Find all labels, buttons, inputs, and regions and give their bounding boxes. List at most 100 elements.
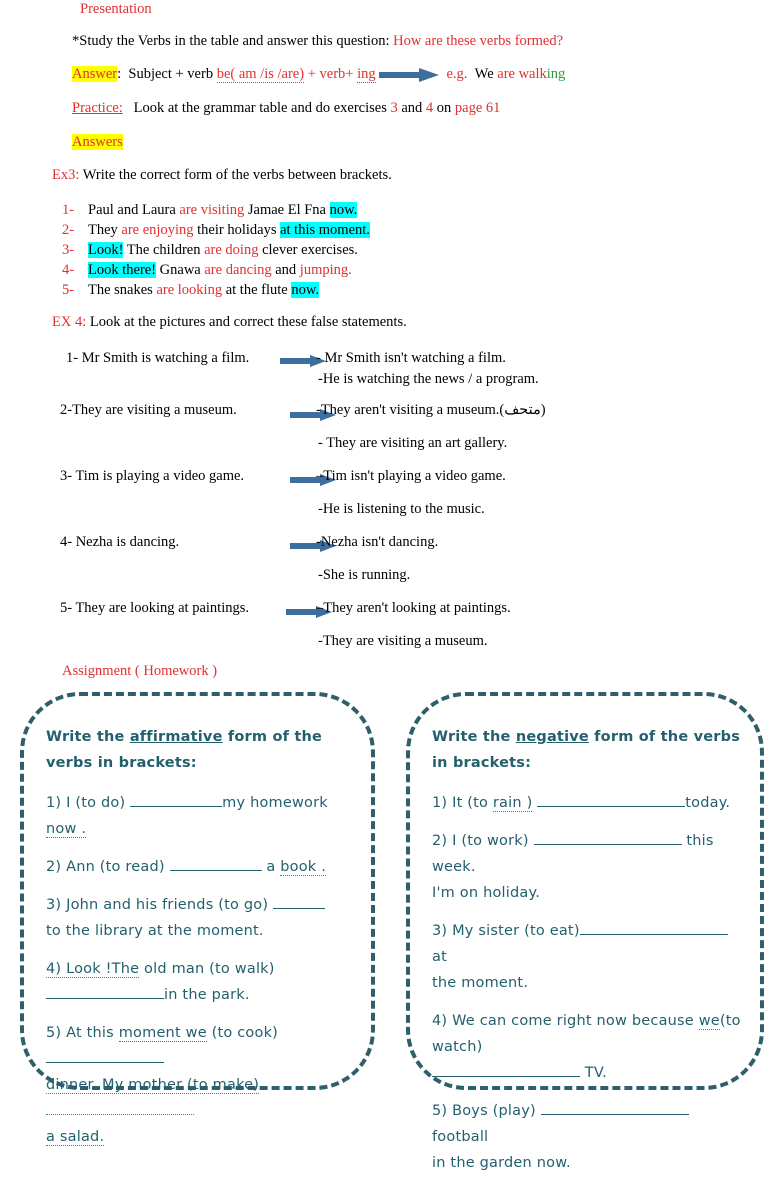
ex3-item: 4- Look there! Gnawa are dancing and jump…	[62, 260, 370, 280]
hw-right-item-3-a: 3) My sister (to eat)	[432, 923, 580, 939]
answer-formula-be: be( am /is /are)	[216, 66, 305, 83]
practice-text-1: Look at the grammar table and do exercis…	[133, 100, 391, 116]
hw-right-item-2-a: 2) I (to work)	[432, 833, 534, 849]
answer-blank[interactable]	[46, 1048, 164, 1063]
ex3-item-text: jumping.	[299, 262, 352, 278]
ex3-item-text: now.	[329, 202, 358, 218]
hw-right-item-4-sq: we	[698, 1013, 720, 1030]
study-question: How are these verbs formed?	[393, 33, 564, 49]
eg-label: e.g.	[446, 66, 468, 82]
ex4-correction-line-2: -He is watching the news / a program.	[318, 371, 539, 387]
hw-left-item-5-a: 5) At this	[46, 1025, 119, 1041]
hw-left-item-3: 3) John and his friends (to go) to the l…	[46, 892, 355, 944]
ex3-item-text: at this moment.	[280, 222, 370, 238]
homework-right-content: Write the negative form of the verbs in …	[432, 724, 744, 1188]
ex3-item-text: The children	[123, 242, 205, 258]
ex3-answer-list: 1- Paul and Laura are visiting Jamae El F…	[62, 200, 370, 300]
ex3-item: 1- Paul and Laura are visiting Jamae El F…	[62, 200, 370, 220]
hw-left-item-1: 1) I (to do) my homework now .	[46, 790, 355, 842]
hw-left-item-4-c: in the park.	[164, 987, 250, 1003]
ex4-correction-line-2: -He is listening to the music.	[318, 501, 485, 517]
ex3-instruction: Write the correct form of the verbs betw…	[82, 167, 392, 183]
hw-right-item-4-c: TV.	[580, 1065, 607, 1081]
hw-right-item-5-c: in the garden now.	[432, 1155, 571, 1171]
hw-right-item-1-sq: rain )	[492, 795, 533, 812]
hw-left-item-4-b: old man (to walk)	[139, 961, 275, 977]
eg-are-walk: are walk	[497, 66, 547, 82]
ex3-item: 5- The snakes are looking at the flute no…	[62, 280, 370, 300]
ex4-correction-line-2: -They are visiting a museum.	[318, 633, 488, 649]
ex4-correction-line-1: –Tim isn't playing a video game.	[316, 468, 506, 484]
hw-right-item-4-a: 4) We can come right now because	[432, 1013, 699, 1029]
hw-left-item-3-a: 3) John and his friends (to go)	[46, 897, 274, 913]
practice-text-2: on	[433, 100, 455, 116]
assignment-heading: Assignment ( Homework )	[62, 663, 218, 679]
ex4-statement-false: 5- They are looking at paintings.	[60, 600, 249, 616]
answer-blank[interactable]	[540, 1100, 689, 1115]
ex3-item-number: 3-	[62, 242, 75, 258]
ex3-item-number: 5-	[62, 282, 75, 298]
answer-formula-line: Answer: Subject + verb be( am /is /are) …	[72, 66, 565, 83]
answer-blank[interactable]	[579, 920, 728, 935]
answer-blank[interactable]	[130, 792, 223, 807]
answer-formula-plus: + verb+	[304, 66, 358, 82]
hw-left-item-5-d: dinner. My mother (to make)	[46, 1077, 260, 1094]
ex4-correction-line-1: -Nezha isn't dancing.	[316, 534, 439, 550]
homework-box-negative: Write the negative form of the verbs in …	[406, 692, 764, 1171]
answer-blank[interactable]	[537, 792, 686, 807]
hw-left-item-1-b: my homework	[222, 795, 328, 811]
ex4-statement-false: 2-They are visiting a museum.	[60, 402, 237, 418]
ex3-item-text: Look!	[88, 242, 124, 258]
ex3-heading: Ex3: Write the correct form of the verbs…	[52, 167, 392, 184]
hw-right-item-1-a: 1) It (to	[432, 795, 493, 811]
hw-right-head-a: Write the	[432, 729, 516, 745]
practice-label: Practice:	[72, 100, 123, 116]
hw-right-item-3-c: the moment.	[432, 975, 529, 991]
hw-left-item-1-c: now .	[46, 821, 87, 838]
hw-right-item-1: 1) It (to rain ) today.	[432, 790, 744, 816]
hw-left-item-3-c: to the library at the moment.	[46, 923, 264, 939]
ex3-item-text: Gnawa	[156, 262, 205, 278]
homework-box-affirmative: Write the affirmative form of the verbs …	[20, 692, 375, 1146]
ex4-statement-false: 4- Nezha is dancing.	[60, 534, 180, 550]
homework-left-instruction: Write the affirmative form of the verbs …	[46, 724, 355, 776]
ex4-statement-false: 3- Tim is playing a video game.	[60, 468, 245, 484]
ex3-item-number: 1-	[62, 202, 75, 218]
ex3-label: Ex3:	[52, 167, 80, 183]
answers-heading-line: Answers	[72, 134, 123, 151]
ex3-item: 3- Look! The children are doing clever ex…	[62, 240, 370, 260]
answer-formula-ing: ing	[357, 66, 376, 83]
hw-right-item-1-c: today.	[685, 795, 731, 811]
ex3-item-text: The snakes	[88, 282, 157, 298]
hw-left-head-a: Write the	[46, 729, 130, 745]
answer-blank[interactable]	[169, 856, 262, 871]
ex4-label: EX 4:	[52, 314, 87, 330]
answer-blank[interactable]	[273, 894, 326, 909]
page-title: Presentation	[80, 1, 152, 17]
answer-blank[interactable]	[533, 830, 682, 845]
answers-label: Answers	[72, 134, 123, 150]
ex4-correction-line-1: –They aren't looking at paintings.	[316, 600, 511, 616]
ex3-item-number: 2-	[62, 222, 75, 238]
hw-left-item-5-b: moment we	[118, 1025, 207, 1042]
hw-right-head-emph: negative	[515, 729, 589, 745]
hw-right-item-4: 4) We can come right now because we(to w…	[432, 1008, 744, 1086]
ex3-item-text: are enjoying	[121, 222, 194, 238]
ex3-item-number: 4-	[62, 262, 75, 278]
homework-left-content: Write the affirmative form of the verbs …	[46, 724, 355, 1162]
eg-we: We	[474, 66, 498, 82]
ex4-correction-line-2: -She is running.	[318, 567, 411, 583]
answer-blank[interactable]	[432, 1062, 580, 1077]
hw-right-item-3: 3) My sister (to eat) at the moment.	[432, 918, 744, 996]
hw-left-item-1-a: 1) I (to do)	[46, 795, 131, 811]
hw-left-head-emph: affirmative	[129, 729, 223, 745]
practice-and: and	[397, 100, 426, 116]
practice-line: Practice: Look at the grammar table and …	[72, 100, 500, 117]
ex3-item-text: Look there!	[88, 262, 157, 278]
ex3-item-text: Paul and Laura	[88, 202, 180, 218]
ex4-correction-line-1: - Mr Smith isn't watching a film.	[316, 350, 506, 366]
study-prefix: *Study the Verbs in the table and answer…	[72, 33, 390, 49]
answer-blank[interactable]	[46, 984, 164, 999]
practice-page: page 61	[454, 100, 501, 116]
answer-blank[interactable]	[46, 1100, 194, 1115]
